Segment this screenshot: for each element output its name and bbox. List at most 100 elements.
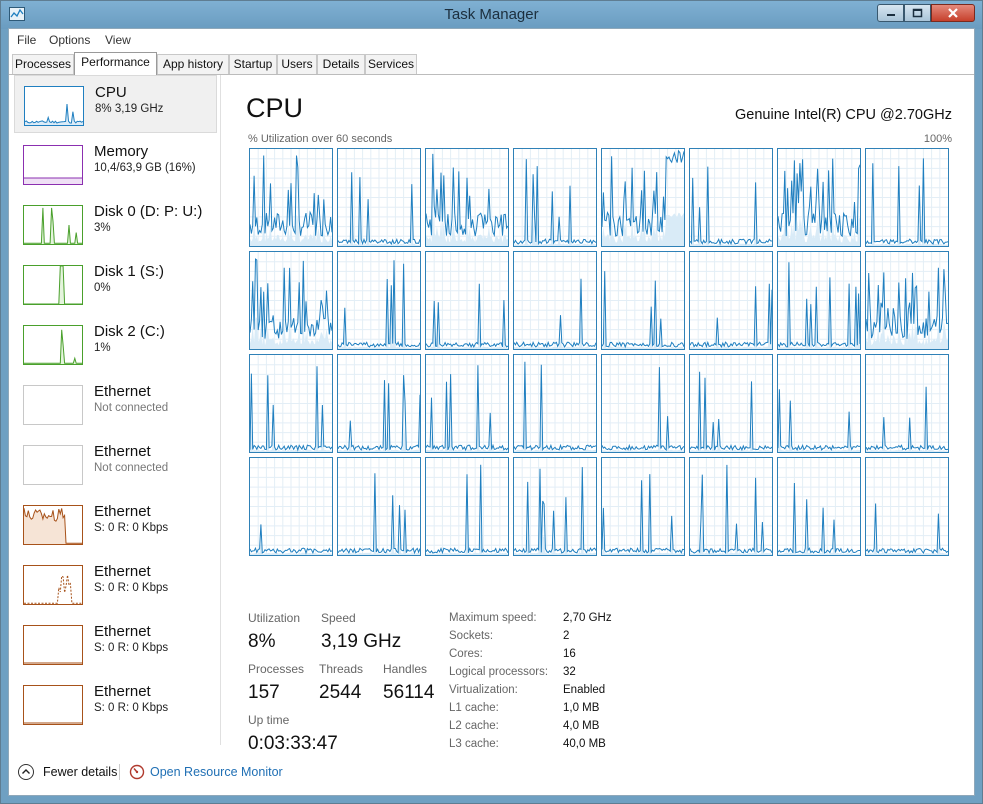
spec-value: 1,0 MB (563, 702, 600, 714)
sidebar-item-status: 1% (94, 342, 111, 354)
logical-processor-graph (249, 148, 333, 247)
processes-label: Processes (248, 662, 305, 676)
sidebar-item-ethernet[interactable]: Ethernet S: 0 R: 0 Kbps (14, 555, 217, 613)
logical-processor-graph (425, 148, 509, 247)
close-button[interactable] (931, 4, 975, 22)
resource-sidebar: CPU 8% 3,19 GHz Memory 10,4/63,9 GB (16%) Di… (9, 75, 221, 745)
tab-app-history[interactable]: App history (157, 54, 229, 74)
fewer-details-label[interactable]: Fewer details (43, 765, 117, 779)
logical-processor-graph (777, 457, 861, 556)
sidebar-item-label: Disk 0 (D: P: U:) (94, 203, 203, 220)
resource-monitor-icon[interactable] (129, 764, 145, 780)
fewer-details-button[interactable] (18, 764, 34, 780)
sidebar-item-status: 0% (94, 282, 111, 294)
spec-label: Sockets: (449, 630, 494, 642)
menu-view[interactable]: View (105, 33, 131, 47)
logical-processor-graph (601, 148, 685, 247)
logical-processor-graph (249, 354, 333, 453)
tab-startup[interactable]: Startup (229, 54, 277, 74)
sidebar-mini-graph (23, 505, 83, 545)
sidebar-item-memory[interactable]: Memory 10,4/63,9 GB (16%) (14, 135, 217, 193)
sidebar-item-label: Ethernet (94, 623, 151, 640)
mini-graph-line (25, 104, 83, 125)
menu-options[interactable]: Options (49, 33, 90, 47)
sidebar-item-status: S: 0 R: 0 Kbps (94, 702, 169, 714)
spec-value: 2 (563, 630, 570, 642)
sidebar-item-ethernet[interactable]: Ethernet Not connected (14, 375, 217, 433)
spec-value: 4,0 MB (563, 720, 600, 732)
minimize-icon (886, 14, 895, 16)
logical-processor-graph (425, 457, 509, 556)
mini-graph-line (24, 575, 82, 604)
sidebar-item-status: Not connected (94, 462, 169, 474)
logical-processor-graph (249, 457, 333, 556)
sidebar-item-cpu[interactable]: CPU 8% 3,19 GHz (14, 75, 217, 133)
sidebar-mini-graph (23, 265, 83, 305)
sidebar-item-label: Disk 2 (C:) (94, 323, 165, 340)
utilization-label: Utilization (248, 611, 301, 625)
logical-processor-graph (337, 457, 421, 556)
logical-processor-graph (601, 457, 685, 556)
menu-bar: File Options View (9, 29, 974, 51)
mini-graph-line (24, 207, 82, 244)
logical-processor-graph (337, 251, 421, 350)
sidebar-item-ethernet[interactable]: Ethernet Not connected (14, 435, 217, 493)
logical-processor-graph (777, 251, 861, 350)
sidebar-mini-graph (23, 625, 83, 665)
spec-value: 2,70 GHz (563, 612, 612, 624)
tab-services[interactable]: Services (365, 54, 417, 74)
page-title: CPU (246, 93, 304, 123)
sidebar-mini-graph (23, 445, 83, 485)
speed-value: 3,19 GHz (321, 631, 402, 652)
spec-value: Enabled (563, 684, 606, 696)
spec-label: Maximum speed: (449, 612, 537, 624)
logical-processor-graph (337, 148, 421, 247)
logical-processor-graph (777, 354, 861, 453)
maximize-icon (912, 8, 923, 18)
sidebar-item-status: 10,4/63,9 GB (16%) (94, 162, 196, 174)
chevron-up-icon (22, 769, 30, 774)
window-title: Task Manager (444, 6, 539, 23)
logical-processor-graph (689, 148, 773, 247)
sidebar-item-disk-2-c[interactable]: Disk 2 (C:) 1% (14, 315, 217, 373)
logical-processor-graph (865, 251, 949, 350)
sidebar-item-disk-1-s[interactable]: Disk 1 (S:) 0% (14, 255, 217, 313)
utilization-graph-max: 100% (923, 133, 952, 145)
sidebar-item-label: Ethernet (94, 563, 151, 580)
logical-processor-graph (601, 354, 685, 453)
sidebar-item-status: S: 0 R: 0 Kbps (94, 642, 169, 654)
tab-details[interactable]: Details (317, 54, 365, 74)
sidebar-mini-graph (23, 205, 83, 245)
logical-processor-graph (425, 251, 509, 350)
sidebar-item-label: Ethernet (94, 443, 151, 460)
tab-performance[interactable]: Performance (74, 52, 157, 75)
tab-processes[interactable]: Processes (12, 54, 74, 74)
logical-processor-graph (249, 251, 333, 350)
spec-label: L1 cache: (449, 702, 499, 714)
minimize-button[interactable] (877, 4, 904, 22)
maximize-button[interactable] (904, 4, 931, 22)
logical-processor-graph (513, 354, 597, 453)
title-bar[interactable]: Task Manager (1, 1, 982, 29)
sidebar-item-label: Ethernet (94, 383, 151, 400)
logical-processor-graphs[interactable] (249, 148, 949, 558)
sidebar-item-ethernet[interactable]: Ethernet S: 0 R: 0 Kbps (14, 495, 217, 553)
logical-processor-graph (689, 251, 773, 350)
sidebar-mini-graph (24, 86, 84, 126)
logical-processor-graph (865, 354, 949, 453)
open-resource-monitor-link[interactable]: Open Resource Monitor (150, 765, 283, 779)
sidebar-item-disk-0-d-p-u[interactable]: Disk 0 (D: P: U:) 3% (14, 195, 217, 253)
logical-processor-graph (865, 457, 949, 556)
mini-graph-line (24, 446, 82, 484)
menu-file[interactable]: File (17, 33, 36, 47)
handles-value: 56114 (383, 682, 435, 703)
logical-processor-graph (425, 354, 509, 453)
sidebar-mini-graph (23, 565, 83, 605)
speed-label: Speed (321, 611, 356, 625)
logical-processor-graph (777, 148, 861, 247)
sidebar-item-ethernet[interactable]: Ethernet S: 0 R: 0 Kbps (14, 615, 217, 673)
sidebar-item-ethernet[interactable]: Ethernet S: 0 R: 0 Kbps (14, 675, 217, 733)
spec-value: 16 (563, 648, 576, 660)
cpu-detail-panel: CPU Genuine Intel(R) CPU @2.70GHz % Util… (244, 75, 964, 755)
tab-users[interactable]: Users (277, 54, 317, 74)
